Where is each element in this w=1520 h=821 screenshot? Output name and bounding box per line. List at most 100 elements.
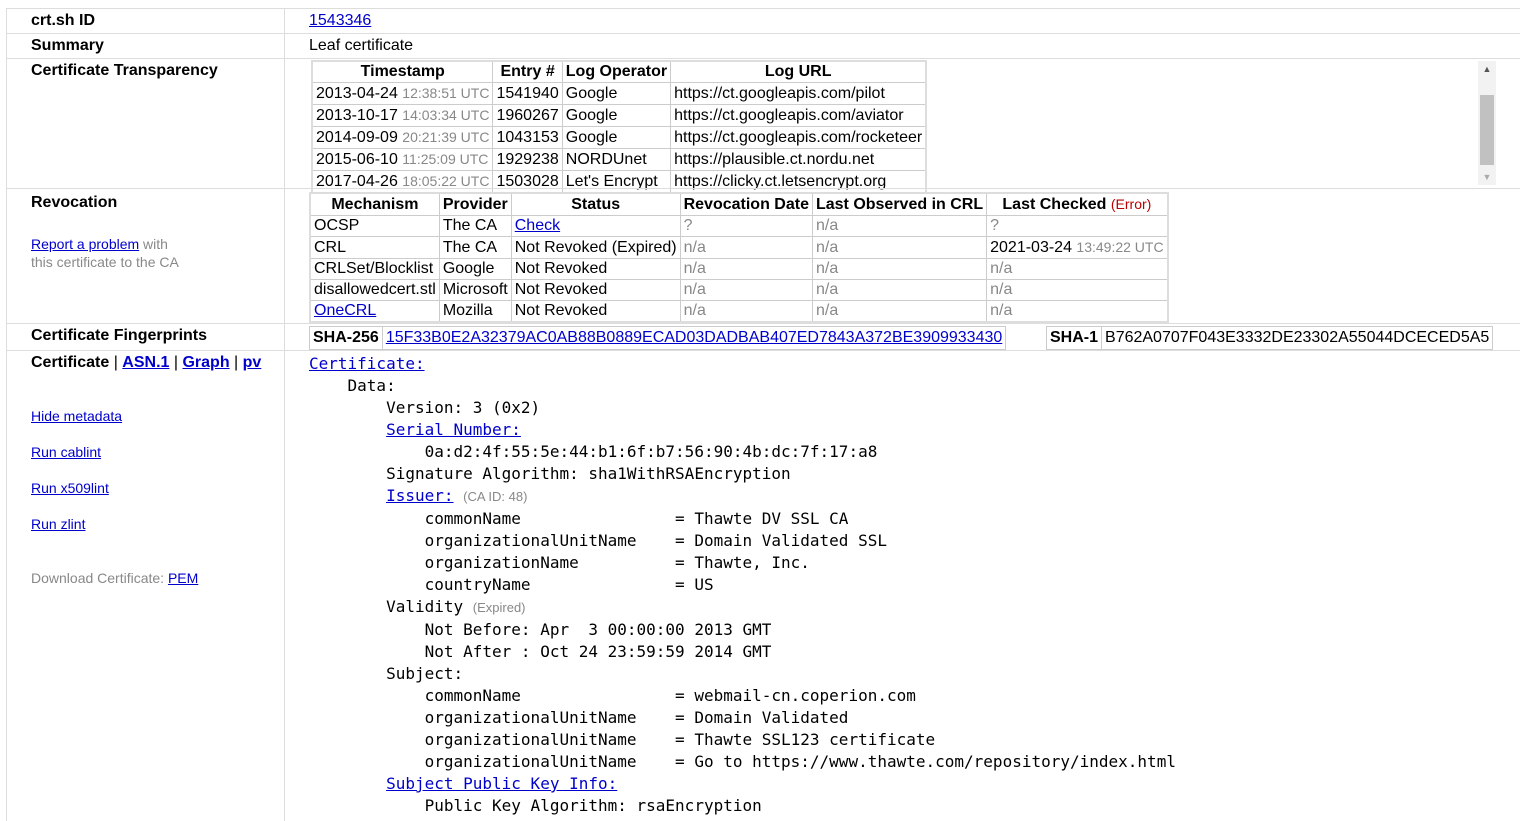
graph-link[interactable]: Graph <box>182 354 229 371</box>
table-row: 2013-04-24 12:38:51 UTC 1541940 Google http… <box>311 82 927 105</box>
sha1-fingerprint: SHA-1 B762A0707F043E3332DE23302A55044DCEC… <box>1046 326 1494 350</box>
rev-last-checked: n/a <box>986 279 1169 301</box>
report-problem-link[interactable]: Report a problem <box>31 236 139 252</box>
pv-link[interactable]: pv <box>243 354 262 371</box>
report-problem-text: Report a problem with this certificate t… <box>31 236 179 270</box>
download-pem-link[interactable]: PEM <box>168 570 198 586</box>
sha256-fingerprint: SHA-256 15F33B0E2A32379AC0AB88B0889ECAD03… <box>309 326 1007 350</box>
rev-mechanism: OCSP <box>309 215 440 237</box>
ct-timestamp: 2015-06-10 11:25:09 UTC <box>311 148 494 171</box>
revocation-table: Mechanism Provider Status Revocation Date La… <box>309 192 1169 323</box>
subject-public-key-info-link[interactable]: Subject Public Key Info: <box>386 774 617 793</box>
ct-log-operator: Google <box>561 126 672 149</box>
row-certificate: Certificate | ASN.1 | Graph | pv Hide me… <box>6 350 1520 821</box>
run-cablint-link[interactable]: Run cablint <box>31 444 101 460</box>
rev-provider: The CA <box>438 215 512 237</box>
rev-date: n/a <box>679 258 813 280</box>
row-crtsh-id: crt.sh ID 1543346 <box>6 8 1520 33</box>
rev-header-5: Last Checked (Error) <box>986 192 1169 216</box>
rev-date: ? <box>679 215 813 237</box>
row-fingerprints: Certificate Fingerprints SHA-256 15F33B0E… <box>6 323 1520 350</box>
onecrl-link[interactable]: OneCRL <box>314 302 376 319</box>
rev-date: n/a <box>679 279 813 301</box>
ct-entry-number: 1043153 <box>492 126 563 149</box>
serial-number-link[interactable]: Serial Number: <box>386 420 521 439</box>
ct-timestamp: 2014-09-09 20:21:39 UTC <box>311 126 494 149</box>
ct-header-1: Entry # <box>492 60 563 83</box>
crtsh-id-link[interactable]: 1543346 <box>309 12 371 29</box>
rev-mechanism: CRLSet/Blocklist <box>309 258 440 280</box>
summary-value: Leaf certificate <box>309 37 414 54</box>
rev-last-observed: n/a <box>811 279 988 301</box>
rev-header-1: Provider <box>438 192 512 216</box>
rev-header-3: Revocation Date <box>679 192 813 216</box>
table-row: OneCRL Mozilla Not Revoked n/a n/a n/a <box>309 300 1169 323</box>
run-x509lint-link[interactable]: Run x509lint <box>31 480 109 496</box>
table-row: 2013-10-17 14:03:34 UTC 1960267 Google http… <box>311 104 927 127</box>
sha256-link[interactable]: 15F33B0E2A32379AC0AB88B0889ECAD03DADBAB4… <box>386 329 1002 346</box>
rev-header-2: Status <box>510 192 681 216</box>
table-row: disallowedcert.stl Microsoft Not Revoked n/… <box>309 279 1169 301</box>
rev-header-4: Last Observed in CRL <box>811 192 988 216</box>
table-row: 2015-06-10 11:25:09 UTC 1929238 NORDUnet ht… <box>311 148 927 171</box>
rev-status: Check <box>510 215 681 237</box>
ct-entry-number: 1960267 <box>492 104 563 127</box>
ct-log-operator: Google <box>561 104 672 127</box>
label-fingerprints: Certificate Fingerprints <box>31 327 208 344</box>
rev-last-observed: n/a <box>811 215 988 237</box>
ct-log-url: https://ct.googleapis.com/pilot <box>670 82 927 105</box>
row-revocation: Revocation Report a problem with this ce… <box>6 188 1520 323</box>
run-zlint-link[interactable]: Run zlint <box>31 516 85 532</box>
rev-mechanism: disallowedcert.stl <box>309 279 440 301</box>
ocsp-check-link[interactable]: Check <box>515 217 560 234</box>
ct-scrollbar[interactable]: ▲ ▼ <box>1478 61 1496 185</box>
ct-log-url: https://ct.googleapis.com/rocketeer <box>670 126 927 149</box>
ct-header-2: Log Operator <box>561 60 672 83</box>
rev-status: Not Revoked <box>510 300 681 323</box>
rev-status: Not Revoked <box>510 258 681 280</box>
download-certificate: Download Certificate: PEM <box>31 570 199 586</box>
ct-log-operator: NORDUnet <box>561 148 672 171</box>
scroll-down-arrow-icon[interactable]: ▼ <box>1478 169 1496 185</box>
rev-last-checked: n/a <box>986 300 1169 323</box>
cert-certificate-link[interactable]: Certificate: <box>309 354 425 373</box>
rev-header-0: Mechanism <box>309 192 440 216</box>
table-row: 2014-09-09 20:21:39 UTC 1043153 Google http… <box>311 126 927 149</box>
ct-log-table: Timestamp Entry # Log Operator Log URL 2013… <box>311 60 928 194</box>
row-certificate-transparency: Certificate Transparency Timestamp Entry … <box>6 58 1520 194</box>
hide-metadata-link[interactable]: Hide metadata <box>31 408 122 424</box>
label-certificate-links: Certificate | ASN.1 | Graph | pv <box>31 354 262 371</box>
rev-last-observed: n/a <box>811 258 988 280</box>
ct-timestamp: 2013-04-24 12:38:51 UTC <box>311 82 494 105</box>
rev-last-checked: n/a <box>986 258 1169 280</box>
certificate-text: Certificate: Data: Version: 3 (0x2) Seri… <box>309 354 1176 815</box>
scroll-thumb[interactable] <box>1480 95 1494 165</box>
last-checked-error: (Error) <box>1110 196 1152 212</box>
ct-timestamp: 2013-10-17 14:03:34 UTC <box>311 104 494 127</box>
issuer-link[interactable]: Issuer: <box>386 486 453 505</box>
rev-status: Not Revoked (Expired) <box>510 236 681 259</box>
table-row: CRLSet/Blocklist Google Not Revoked n/a n/a n… <box>309 258 1169 280</box>
rev-last-checked: ? <box>986 215 1169 237</box>
label-crtsh-id: crt.sh ID <box>31 12 96 29</box>
ct-header-0: Timestamp <box>311 60 494 83</box>
table-row: CRL The CA Not Revoked (Expired) n/a n/a 2021… <box>309 236 1169 259</box>
table-row: OCSP The CA Check? n/a? <box>309 215 1169 237</box>
ct-log-operator: Google <box>561 82 672 105</box>
rev-last-observed: n/a <box>811 236 988 259</box>
rev-mechanism: CRL <box>309 236 440 259</box>
ct-entry-number: 1541940 <box>492 82 563 105</box>
rev-provider: The CA <box>438 236 512 259</box>
rev-mechanism: OneCRL <box>309 300 440 323</box>
asn1-link[interactable]: ASN.1 <box>122 354 169 371</box>
rev-last-checked: 2021-03-24 13:49:22 UTC <box>986 236 1169 259</box>
scroll-up-arrow-icon[interactable]: ▲ <box>1478 61 1496 77</box>
rev-last-observed: n/a <box>811 300 988 323</box>
rev-status: Not Revoked <box>510 279 681 301</box>
ct-log-url: https://plausible.ct.nordu.net <box>670 148 927 171</box>
rev-date: n/a <box>679 236 813 259</box>
rev-provider: Microsoft <box>438 279 512 301</box>
label-revocation: Revocation <box>31 194 118 211</box>
ct-header-3: Log URL <box>670 60 927 83</box>
ct-entry-number: 1929238 <box>492 148 563 171</box>
